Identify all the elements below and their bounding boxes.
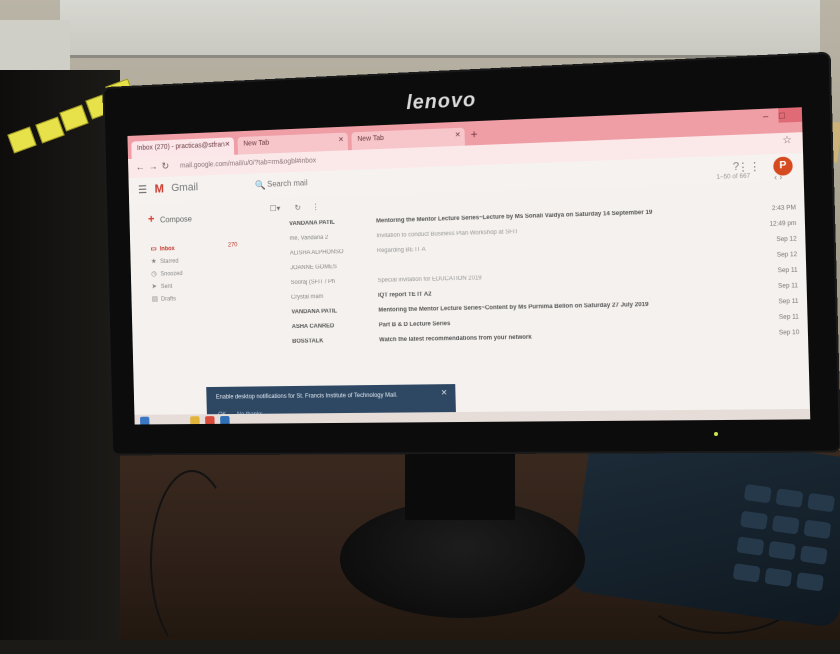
- left-shelf: [0, 70, 120, 640]
- file-explorer-icon[interactable]: [190, 416, 200, 425]
- screen: Inbox (270) - practicas@stfran ✕ New Tab…: [127, 107, 811, 425]
- email-sender: ASHA CANRED: [291, 323, 335, 331]
- draft-icon: ▤: [151, 295, 159, 303]
- email-date: Sep 11: [778, 314, 799, 321]
- sidebar-item-label: Starred: [160, 258, 179, 265]
- email-sender: ALISHA ALPHONSO: [289, 249, 344, 257]
- back-icon[interactable]: ←: [135, 162, 144, 173]
- refresh-icon[interactable]: ↻: [294, 203, 301, 212]
- start-icon[interactable]: [140, 416, 150, 425]
- clock-icon: ◷: [151, 270, 157, 278]
- compose-button[interactable]: + Compose: [148, 211, 192, 226]
- send-icon: ➤: [151, 283, 158, 291]
- close-tab-icon[interactable]: ✕: [455, 131, 461, 139]
- wall-board: [60, 0, 820, 58]
- sidebar-item-sent[interactable]: ➤ Sent: [151, 282, 172, 290]
- monitor: lenovo Inbox (270) - practicas@stfran ✕ …: [104, 53, 840, 454]
- tab-label: New Tab: [243, 139, 270, 148]
- sidebar-item-label: Snoozed: [160, 271, 183, 278]
- email-sender: VANDANA PATIL: [289, 219, 335, 228]
- forward-icon[interactable]: →: [148, 162, 158, 173]
- search-icon[interactable]: 🔍: [255, 180, 266, 191]
- email-sender: Crystal mam: [290, 294, 324, 301]
- wall-panel: [0, 20, 70, 70]
- email-date: Sep 11: [778, 298, 799, 306]
- inbox-count-badge: 270: [227, 242, 238, 249]
- chrome-icon[interactable]: [205, 416, 215, 425]
- email-date: Sep 11: [777, 267, 798, 275]
- inbox-icon: ▭: [150, 245, 157, 253]
- reload-icon[interactable]: ↻: [161, 161, 169, 172]
- email-subject: Mentoring the Mentor Lecture Series~Lect…: [376, 209, 653, 225]
- sidebar-item-snoozed[interactable]: ◷ Snoozed: [151, 269, 182, 278]
- power-led: [714, 432, 718, 436]
- pager-arrows-icon[interactable]: ‹ ›: [774, 172, 782, 182]
- menu-icon[interactable]: ☰: [138, 183, 147, 196]
- apps-grid-icon[interactable]: ⋮⋮: [737, 160, 761, 174]
- tab-label: New Tab: [357, 134, 384, 143]
- close-tab-icon[interactable]: ✕: [338, 136, 344, 144]
- email-date: Sep 11: [778, 283, 799, 290]
- email-date: 2:43 PM: [771, 205, 797, 213]
- email-sender: Sooraj (SFIT / Ph: [290, 278, 336, 286]
- sidebar-item-label: Drafts: [161, 296, 177, 303]
- sidebar-item-drafts[interactable]: ▤ Drafts: [152, 295, 176, 303]
- pagination-text: 1–50 of 667: [716, 173, 751, 181]
- sidebar-item-starred[interactable]: ★ Starred: [151, 257, 179, 265]
- sidebar-item-label: Sent: [160, 283, 173, 291]
- compose-label: Compose: [159, 214, 193, 225]
- monitor-brand-logo: lenovo: [406, 89, 477, 115]
- email-sender: JOANNE GOMES: [290, 264, 337, 272]
- star-icon: ★: [150, 258, 157, 266]
- word-icon[interactable]: [220, 415, 230, 425]
- email-date: Sep 10: [778, 329, 800, 337]
- toast-message: Enable desktop notifications for St. Fra…: [215, 392, 398, 401]
- email-sender: me, Vandana 2: [289, 234, 329, 242]
- cable: [150, 470, 234, 654]
- close-tab-icon[interactable]: ✕: [225, 140, 231, 148]
- monitor-stand-neck: [405, 450, 515, 520]
- email-date: Sep 12: [776, 251, 798, 259]
- select-all-checkbox-icon[interactable]: ☐▾: [270, 204, 281, 213]
- email-date: Sep 12: [776, 236, 797, 244]
- sidebar-item-inbox[interactable]: ▭ Inbox: [150, 244, 175, 253]
- plus-icon: +: [147, 212, 155, 226]
- search-input[interactable]: [267, 169, 563, 189]
- close-icon[interactable]: ✕: [441, 388, 448, 397]
- email-sender: BOSSTALK: [292, 338, 324, 345]
- mail-toolbar: ☐▾ ↻ ⋮: [269, 195, 366, 214]
- tab-label: Inbox (270) - practicas@stfran: [136, 141, 225, 152]
- more-icon[interactable]: ⋮: [312, 203, 320, 212]
- email-sender: VANDANA PATIL: [291, 308, 338, 316]
- phone-keypad: [732, 483, 836, 596]
- url-field[interactable]: mail.google.com/mail/u/0/?tab=rm&ogbl#in…: [180, 157, 316, 169]
- bookmark-star-icon[interactable]: ☆: [782, 135, 792, 147]
- gmail-wordmark: Gmail: [171, 181, 199, 195]
- gmail-logo-icon[interactable]: M: [154, 182, 164, 196]
- email-date: 12:49 pm: [769, 220, 797, 228]
- new-tab-icon[interactable]: +: [470, 127, 477, 141]
- window-controls[interactable]: –□: [763, 110, 796, 122]
- sidebar-item-label: Inbox: [159, 246, 175, 253]
